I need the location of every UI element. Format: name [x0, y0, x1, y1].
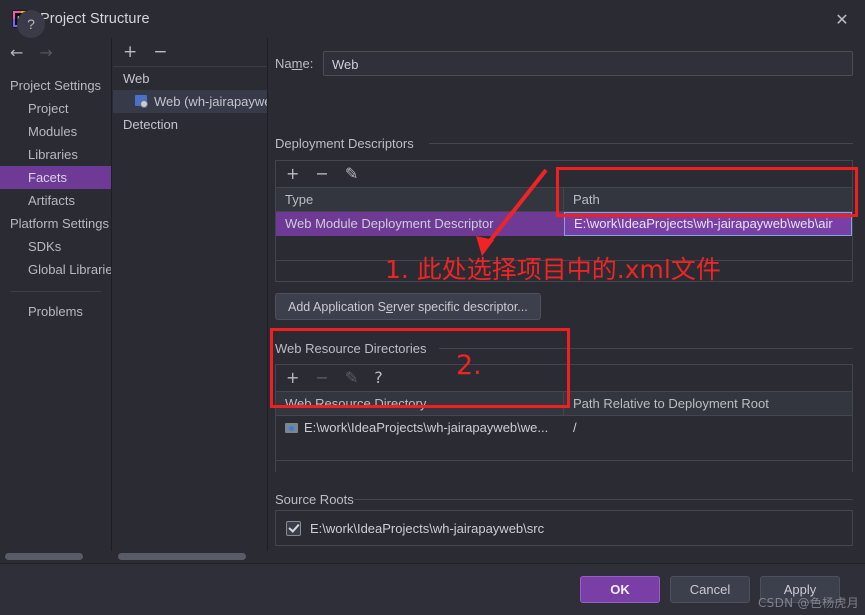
- cell-descriptor-path[interactable]: E:\work\IdeaProjects\wh-jairapayweb\web\…: [564, 212, 852, 236]
- table-empty-row: [276, 440, 852, 460]
- facet-tree-toolbar: + −: [113, 38, 267, 67]
- remove-facet-icon[interactable]: −: [153, 43, 167, 61]
- column-header-path[interactable]: Path: [564, 188, 852, 211]
- sidebar-item-facets[interactable]: Facets: [0, 166, 111, 189]
- sidebar-item-artifacts[interactable]: Artifacts: [0, 189, 111, 212]
- cell-descriptor-type: Web Module Deployment Descriptor: [285, 216, 494, 231]
- sidebar-item-project[interactable]: Project: [0, 97, 111, 120]
- edit-descriptor-icon[interactable]: ✎: [345, 166, 358, 182]
- sidebar-hscrollbar-thumb[interactable]: [5, 553, 83, 560]
- add-application-server-descriptor-label: Add Application Server specific descript…: [288, 299, 528, 314]
- add-application-server-descriptor-button[interactable]: Add Application Server specific descript…: [275, 293, 541, 320]
- web-resource-toolbar: + − ✎ ?: [276, 365, 852, 392]
- add-web-resource-icon[interactable]: +: [286, 370, 299, 386]
- sidebar-item-global-libraries[interactable]: Global Libraries: [0, 258, 111, 281]
- window-title: Project Structure: [40, 11, 150, 27]
- title-bar: IJ Project Structure ✕: [0, 0, 865, 38]
- close-icon[interactable]: ✕: [819, 0, 865, 38]
- remove-web-resource-icon[interactable]: −: [315, 370, 328, 386]
- folder-icon: [285, 422, 298, 434]
- help-button[interactable]: ?: [17, 10, 45, 38]
- table-row[interactable]: E:\work\IdeaProjects\wh-jairapayweb\we..…: [276, 416, 852, 440]
- column-header-web-resource-directory[interactable]: Web Resource Directory: [276, 392, 564, 415]
- deployment-descriptors-toolbar: + − ✎: [276, 161, 852, 188]
- remove-descriptor-icon[interactable]: −: [315, 166, 328, 182]
- back-arrow-icon[interactable]: ←: [10, 45, 23, 61]
- web-resource-directories-table: + − ✎ ? Web Resource Directory Path Rela…: [275, 364, 853, 473]
- tree-row-web-group[interactable]: Web: [113, 67, 267, 90]
- name-input[interactable]: Web: [323, 50, 853, 76]
- settings-sidebar: ← → Project Settings Project Modules Lib…: [0, 38, 112, 562]
- add-descriptor-icon[interactable]: +: [286, 166, 299, 182]
- deployment-descriptors-rule: [429, 143, 853, 144]
- table-row[interactable]: Web Module Deployment Descriptor E:\work…: [276, 212, 852, 236]
- facet-settings-panel: Name: Web Deployment Descriptors + − ✎ T…: [269, 38, 865, 600]
- web-resource-directories-title: Web Resource Directories: [275, 341, 427, 356]
- sidebar-list: Project Settings Project Modules Librari…: [0, 74, 111, 323]
- sidebar-item-problems[interactable]: Problems: [0, 300, 111, 323]
- cancel-button[interactable]: Cancel: [670, 576, 750, 603]
- cell-web-resource-directory: E:\work\IdeaProjects\wh-jairapayweb\we..…: [276, 416, 564, 440]
- add-facet-icon[interactable]: +: [123, 43, 137, 61]
- sidebar-divider: [10, 291, 101, 292]
- navigation-arrows: ← →: [0, 38, 111, 68]
- sidebar-item-libraries[interactable]: Libraries: [0, 143, 111, 166]
- facet-tree-list: Web Web (wh-jairapayweb) Detection: [113, 67, 267, 136]
- help-web-resource-icon[interactable]: ?: [374, 370, 383, 386]
- sidebar-group-project-settings: Project Settings: [10, 78, 102, 93]
- source-roots-rule: [354, 499, 853, 500]
- source-roots-list: E:\work\IdeaProjects\wh-jairapayweb\src: [275, 510, 853, 546]
- name-row: Name: Web: [275, 50, 853, 76]
- web-facet-icon: [135, 95, 149, 108]
- sidebar-group-platform-settings: Platform Settings: [10, 216, 109, 231]
- deployment-descriptors-header: Type Path: [276, 188, 852, 212]
- tree-row-label: Detection: [123, 117, 178, 132]
- tree-row-web-facet[interactable]: Web (wh-jairapayweb): [113, 90, 267, 113]
- table-empty-row: [276, 261, 852, 280]
- column-header-path-relative[interactable]: Path Relative to Deployment Root: [564, 392, 852, 415]
- source-roots-title: Source Roots: [275, 492, 354, 507]
- tree-row-label: Web: [123, 71, 150, 86]
- sidebar-item-modules[interactable]: Modules: [0, 120, 111, 143]
- csdn-watermark: CSDN @色杨虎月: [757, 596, 859, 610]
- sidebar-hscrollbar[interactable]: [0, 551, 112, 562]
- tree-hscrollbar-thumb[interactable]: [118, 553, 246, 560]
- column-header-type[interactable]: Type: [276, 188, 564, 211]
- table-empty-row: [276, 236, 852, 260]
- sidebar-item-sdks[interactable]: SDKs: [0, 235, 111, 258]
- web-resource-header: Web Resource Directory Path Relative to …: [276, 392, 852, 416]
- web-resource-directories-rule: [439, 348, 853, 349]
- deployment-descriptors-title: Deployment Descriptors: [275, 136, 414, 151]
- edit-web-resource-icon[interactable]: ✎: [345, 370, 358, 386]
- project-structure-dialog: IJ Project Structure ✕ ← → Project Setti…: [0, 0, 865, 615]
- tree-row-label: Web (wh-jairapayweb): [154, 94, 267, 109]
- tree-hscrollbar[interactable]: [113, 551, 268, 562]
- table-empty-row: [276, 461, 852, 473]
- ok-button[interactable]: OK: [580, 576, 660, 603]
- deployment-descriptors-table: + − ✎ Type Path Web Module Deployment De…: [275, 160, 853, 282]
- source-root-label: E:\work\IdeaProjects\wh-jairapayweb\src: [310, 520, 545, 536]
- cell-path-relative: /: [573, 420, 577, 435]
- source-root-checkbox[interactable]: [286, 520, 301, 536]
- tree-row-detection[interactable]: Detection: [113, 113, 267, 136]
- forward-arrow-icon[interactable]: →: [39, 45, 52, 61]
- name-label: Name:: [275, 55, 314, 71]
- cell-web-resource-directory-label: E:\work\IdeaProjects\wh-jairapayweb\we..…: [304, 420, 549, 435]
- facet-tree-panel: + − Web Web (wh-jairapayweb) Detection: [113, 38, 268, 562]
